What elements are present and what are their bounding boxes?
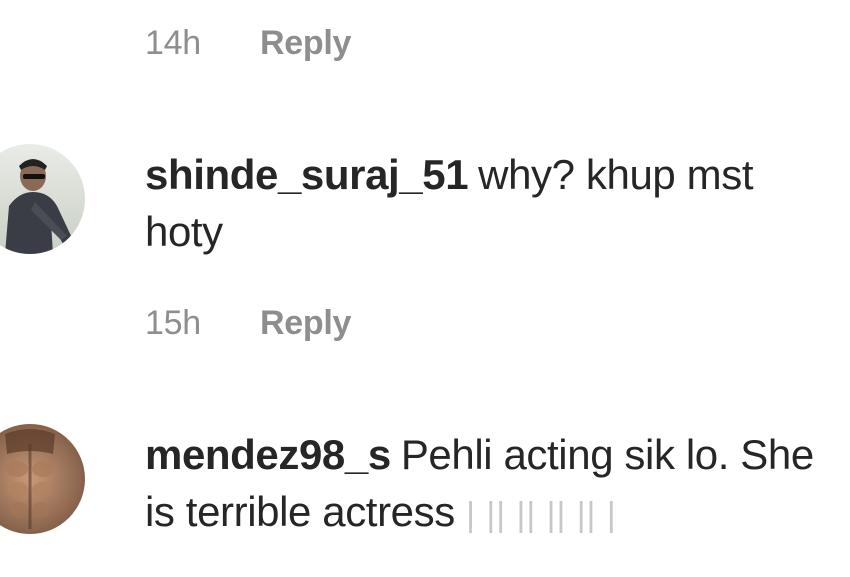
comment-username[interactable]: shinde_suraj_51 — [145, 151, 469, 198]
user-avatar-photo-icon — [0, 424, 85, 534]
comment-body: mendez98_s Pehli acting sik lo. She is te… — [145, 426, 835, 544]
comment-username[interactable]: mendez98_s — [145, 431, 391, 478]
comment-timestamp: 15h — [145, 304, 201, 342]
unrendered-emoji-glyphs: | || || || || | — [466, 496, 617, 534]
user-avatar[interactable] — [0, 424, 85, 534]
comment-meta-row: 15h Reply — [145, 304, 351, 343]
comment-meta-row: 14h Reply — [145, 24, 351, 63]
reply-button[interactable]: Reply — [260, 304, 351, 343]
comment-timestamp: 14h — [145, 24, 201, 62]
user-avatar-photo-icon — [0, 144, 85, 254]
comment-body: shinde_suraj_51 why? khup mst hoty — [145, 146, 835, 260]
reply-button[interactable]: Reply — [260, 24, 351, 63]
user-avatar[interactable] — [0, 144, 85, 254]
